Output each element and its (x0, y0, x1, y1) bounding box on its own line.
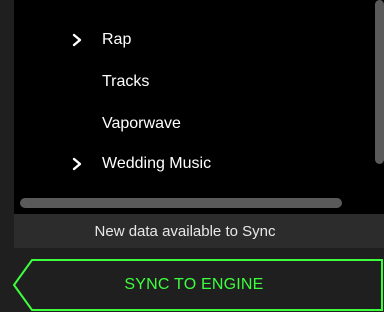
vertical-scrollbar-thumb[interactable] (375, 0, 384, 164)
library-list: Rap Tracks Vaporwave Wedding Music (14, 0, 384, 214)
list-item-vaporwave[interactable]: Vaporwave (14, 103, 369, 145)
chevron-right-icon[interactable] (70, 32, 84, 48)
list-item-label: Wedding Music (102, 155, 212, 172)
horizontal-scrollbar-thumb[interactable] (20, 198, 342, 208)
list-item-tracks[interactable]: Tracks (14, 61, 369, 103)
list-item-label: Vaporwave (102, 115, 181, 132)
list-item-label: Tracks (102, 73, 150, 90)
list-item-rap[interactable]: Rap (14, 19, 369, 61)
list-item-label: Rap (102, 31, 132, 48)
sync-panel: Rap Tracks Vaporwave Wedding Music New d… (0, 0, 384, 312)
list-item-wedding-music[interactable]: Wedding Music (14, 143, 369, 185)
status-message: New data available to Sync (94, 222, 276, 240)
status-bar: New data available to Sync (14, 214, 384, 248)
sync-button-label: SYNC TO ENGINE (124, 276, 264, 293)
chevron-right-icon[interactable] (70, 156, 84, 172)
sync-to-engine-button[interactable]: SYNC TO ENGINE (12, 258, 384, 312)
